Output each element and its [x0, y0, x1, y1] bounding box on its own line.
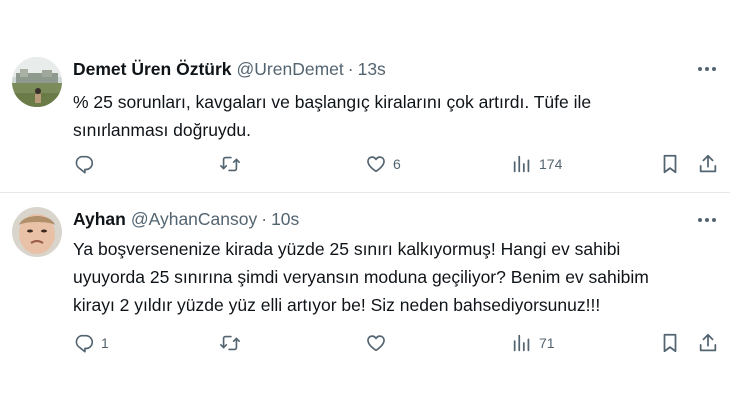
views-icon — [513, 334, 530, 352]
avatar-image — [12, 207, 62, 257]
reply-button[interactable] — [73, 152, 101, 176]
author-handle[interactable]: @AyhanCansoy — [131, 209, 257, 230]
view-count: 71 — [539, 335, 555, 351]
bookmark-icon — [663, 333, 677, 353]
tweet-text-line: uyuyorda 25 sınırına şimdi veryansın mod… — [73, 267, 649, 287]
avatar[interactable] — [12, 207, 62, 257]
views-button[interactable]: 174 — [511, 152, 562, 176]
avatar-image — [12, 57, 62, 107]
like-count: 6 — [393, 156, 401, 172]
like-icon — [367, 156, 385, 173]
like-icon — [367, 335, 385, 352]
bookmark-button[interactable] — [659, 331, 681, 355]
like-button[interactable] — [365, 331, 393, 355]
reply-icon — [75, 155, 94, 174]
action-bar: 6 174 — [73, 152, 723, 176]
tweet[interactable]: Demet Üren Öztürk @UrenDemet · 13s % 25 … — [0, 0, 730, 193]
author-name[interactable]: Ayhan — [73, 209, 126, 230]
more-button[interactable] — [696, 210, 718, 230]
retweet-button[interactable] — [219, 152, 247, 176]
more-icon — [698, 218, 716, 222]
tweet-text: Ya boşversenenize kirada yüzde 25 sınırı… — [73, 235, 713, 319]
timestamp[interactable]: 13s — [358, 59, 386, 80]
bookmark-icon — [663, 154, 677, 174]
separator-dot: · — [261, 209, 268, 229]
author-handle[interactable]: @UrenDemet — [237, 59, 344, 80]
tweet-header: Ayhan @AyhanCansoy · 10s — [73, 209, 299, 230]
retweet-button[interactable] — [219, 331, 247, 355]
avatar[interactable] — [12, 57, 62, 107]
view-count: 174 — [539, 156, 563, 172]
more-button[interactable] — [696, 59, 718, 79]
like-button[interactable]: 6 — [365, 152, 401, 176]
tweet-text-line: sınırlanması doğruydu. — [73, 120, 252, 140]
bookmark-button[interactable] — [659, 152, 681, 176]
tweet-text: % 25 sorunları, kavgaları ve başlangıç k… — [73, 88, 713, 144]
reply-count: 1 — [101, 335, 109, 351]
more-icon — [698, 67, 716, 71]
reply-icon — [75, 334, 94, 353]
tweet-header: Demet Üren Öztürk @UrenDemet · 13s — [73, 59, 386, 80]
views-icon — [513, 155, 530, 173]
timestamp[interactable]: 10s — [271, 209, 299, 230]
action-bar: 1 71 — [73, 331, 723, 355]
share-icon — [699, 154, 717, 173]
share-icon — [699, 333, 717, 352]
tweet-text-line: Ya boşversenenize kirada yüzde 25 sınırı… — [73, 239, 621, 259]
separator-dot: · — [347, 59, 354, 79]
tweet-text-line: % 25 sorunları, kavgaları ve başlangıç k… — [73, 92, 592, 112]
retweet-icon — [220, 335, 240, 351]
views-button[interactable]: 71 — [511, 331, 555, 355]
tweet-text-line: kirayı 2 yıldır yüzde yüz elli artıyor b… — [73, 295, 601, 315]
share-button[interactable] — [697, 331, 719, 355]
retweet-icon — [220, 156, 240, 172]
share-button[interactable] — [697, 152, 719, 176]
tweet[interactable]: Ayhan @AyhanCansoy · 10s Ya boşverseneni… — [0, 193, 730, 419]
author-name[interactable]: Demet Üren Öztürk — [73, 59, 232, 80]
reply-button[interactable]: 1 — [73, 331, 109, 355]
